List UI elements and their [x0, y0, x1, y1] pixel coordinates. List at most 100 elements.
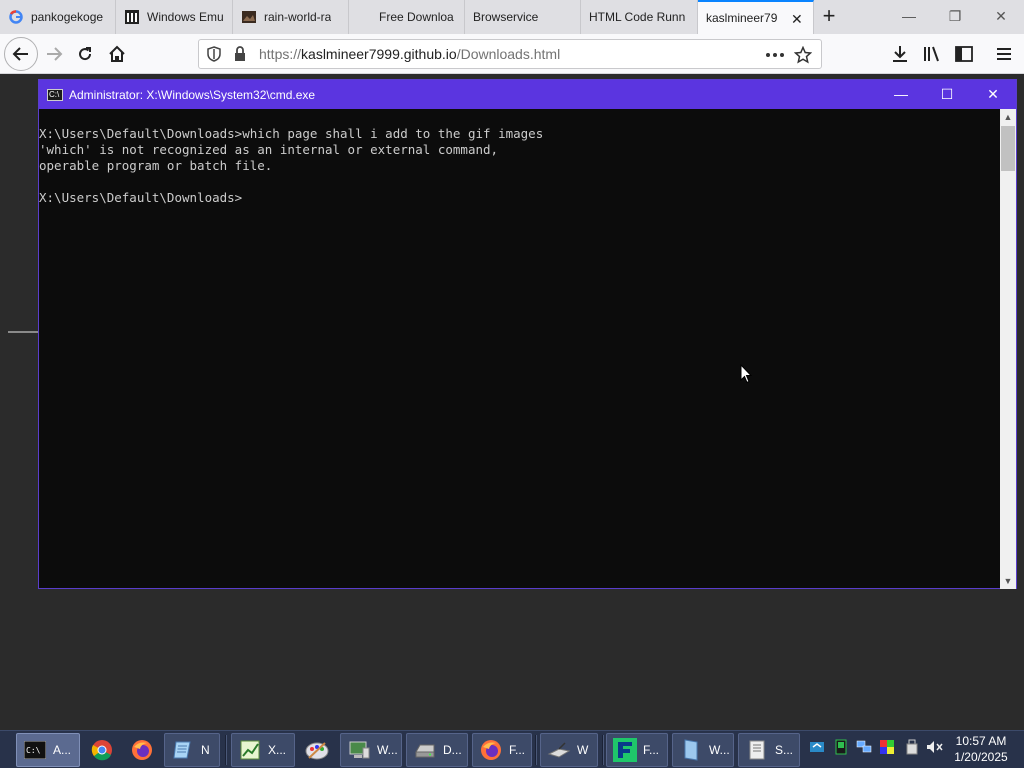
- hamburger-menu-icon: [997, 48, 1011, 60]
- clock-time: 10:57 AM: [955, 734, 1007, 748]
- color-tray-icon[interactable]: [878, 738, 896, 756]
- tab-pankogekoge[interactable]: pankogekoge: [0, 0, 116, 34]
- restore-window-button[interactable]: ❐: [932, 0, 978, 34]
- taskbar-item-label: F...: [643, 743, 660, 757]
- chart-icon: [238, 738, 262, 762]
- cmd-icon: C:\: [23, 738, 47, 762]
- console-line: X:\Users\Default\Downloads>which page sh…: [39, 126, 544, 141]
- paint-icon: [305, 738, 329, 762]
- taskbar-clock[interactable]: 10:57 AM 1/20/2025: [950, 733, 1012, 765]
- new-tab-button[interactable]: +: [816, 5, 842, 29]
- reload-button[interactable]: [71, 40, 99, 68]
- tab-label: Free Downloa: [379, 10, 454, 24]
- scroll-up-icon[interactable]: ▲: [1000, 109, 1016, 125]
- image-icon: [241, 9, 257, 25]
- taskbar-item-drive[interactable]: D...: [406, 733, 468, 767]
- mouse-cursor-icon: [740, 364, 752, 384]
- sidebar-button[interactable]: [950, 40, 978, 68]
- google-icon: [8, 9, 24, 25]
- library-button[interactable]: [918, 40, 946, 68]
- taskbar-item-framework[interactable]: F...: [606, 733, 668, 767]
- taskbar-item-label: X...: [268, 743, 287, 757]
- back-arrow-icon: [12, 47, 28, 61]
- tracking-shield-icon[interactable]: [203, 43, 225, 65]
- scrollbar-thumb[interactable]: [1001, 126, 1015, 171]
- cmd-titlebar[interactable]: C:\ Administrator: X:\Windows\System32\c…: [39, 80, 1016, 109]
- taskbar-item-settings[interactable]: S...: [738, 733, 800, 767]
- address-bar[interactable]: https://kaslmineer7999.github.io/Downloa…: [198, 39, 822, 69]
- taskbar-separator: [225, 735, 227, 765]
- sidebar-icon: [955, 46, 973, 62]
- sync-tray-icon[interactable]: [808, 738, 826, 756]
- chrome-icon: [90, 738, 114, 762]
- close-window-button[interactable]: ✕: [978, 0, 1024, 34]
- document-icon: [679, 738, 703, 762]
- forward-arrow-icon: [47, 47, 63, 61]
- taskbar-item-computer[interactable]: W...: [340, 733, 402, 767]
- cmd-scrollbar[interactable]: ▲ ▼: [1000, 109, 1016, 589]
- home-button[interactable]: [103, 40, 131, 68]
- tab-label: kaslmineer799: [706, 11, 778, 25]
- device-tray-icon[interactable]: [903, 738, 921, 756]
- browser-toolbar: https://kaslmineer7999.github.io/Downloa…: [0, 34, 1024, 74]
- monitor-tray-icon[interactable]: [832, 738, 850, 756]
- bookmark-star-icon[interactable]: [791, 44, 815, 66]
- tab-label: Windows Emu: [147, 10, 224, 24]
- svg-text:C:\: C:\: [26, 746, 41, 755]
- taskbar-item-cmd[interactable]: C:\ A...: [16, 733, 80, 767]
- url-scheme: https://: [259, 46, 302, 62]
- tab-windows-emu[interactable]: Windows Emu: [116, 0, 233, 34]
- network-tray-icon[interactable]: [855, 738, 873, 756]
- taskbar-item-chart-app[interactable]: X...: [231, 733, 295, 767]
- url-text: https://kaslmineer7999.github.io/Downloa…: [259, 46, 560, 62]
- tab-browservice[interactable]: Browservice: [465, 0, 581, 34]
- clock-date: 1/20/2025: [954, 750, 1008, 764]
- cmd-close-button[interactable]: ✕: [970, 80, 1016, 109]
- cmd-minimize-button[interactable]: —: [878, 80, 924, 109]
- taskbar-separator: [602, 735, 604, 765]
- taskbar: C:\ A... N X... W... D... F... W F... W.…: [0, 730, 1024, 768]
- taskbar-item-label: D...: [443, 743, 462, 757]
- back-button[interactable]: [4, 37, 38, 71]
- browser-tab-strip: pankogekoge Windows Emu rain-world-ra Fr…: [0, 0, 1024, 34]
- console-line: operable program or batch file.: [39, 158, 273, 173]
- settings-icon: [745, 738, 769, 762]
- taskbar-item-firefox[interactable]: [124, 733, 160, 767]
- tab-rain-world[interactable]: rain-world-ra: [233, 0, 349, 34]
- cmd-app-icon: C:\: [47, 88, 63, 101]
- downloads-button[interactable]: [886, 40, 914, 68]
- taskbar-item-label: A...: [53, 743, 72, 757]
- reload-icon: [79, 47, 92, 61]
- notepad-icon: [171, 738, 195, 762]
- scroll-down-icon[interactable]: ▼: [1000, 573, 1016, 589]
- cmd-console-output[interactable]: X:\Users\Default\Downloads>which page sh…: [39, 109, 1000, 589]
- cmd-maximize-button[interactable]: ☐: [924, 80, 970, 109]
- page-actions-icon[interactable]: [763, 44, 787, 66]
- taskbar-item-wordpad[interactable]: W: [540, 733, 598, 767]
- firefox-icon: [130, 738, 154, 762]
- cmd-title-text: Administrator: X:\Windows\System32\cmd.e…: [69, 87, 316, 102]
- tab-kaslmineer[interactable]: kaslmineer799 ✕: [698, 0, 814, 34]
- close-tab-icon[interactable]: ✕: [791, 12, 805, 26]
- taskbar-item-label: F...: [509, 743, 526, 757]
- taskbar-item-firefox-window[interactable]: F...: [472, 733, 532, 767]
- tab-label: rain-world-ra: [264, 10, 332, 24]
- taskbar-item-document[interactable]: W...: [672, 733, 734, 767]
- minimize-window-button[interactable]: —: [886, 0, 932, 34]
- tab-html-code-runner[interactable]: HTML Code Runn: [581, 0, 698, 34]
- taskbar-item-chrome[interactable]: [84, 733, 120, 767]
- download-icon: [893, 46, 907, 62]
- taskbar-item-notepad[interactable]: N: [164, 733, 220, 767]
- taskbar-item-paint[interactable]: [299, 733, 335, 767]
- volume-muted-icon[interactable]: [926, 738, 944, 756]
- forward-button[interactable]: [40, 40, 68, 68]
- url-host: kaslmineer7999.github.io: [301, 46, 457, 62]
- framework-icon: [613, 738, 637, 762]
- menu-button[interactable]: [990, 40, 1018, 68]
- tab-free-downloads[interactable]: Free Downloa: [349, 0, 465, 34]
- tab-label: pankogekoge: [31, 10, 104, 24]
- console-line: 'which' is not recognized as an internal…: [39, 142, 499, 157]
- cmd-window[interactable]: C:\ Administrator: X:\Windows\System32\c…: [38, 79, 1017, 589]
- lock-icon[interactable]: [229, 43, 251, 65]
